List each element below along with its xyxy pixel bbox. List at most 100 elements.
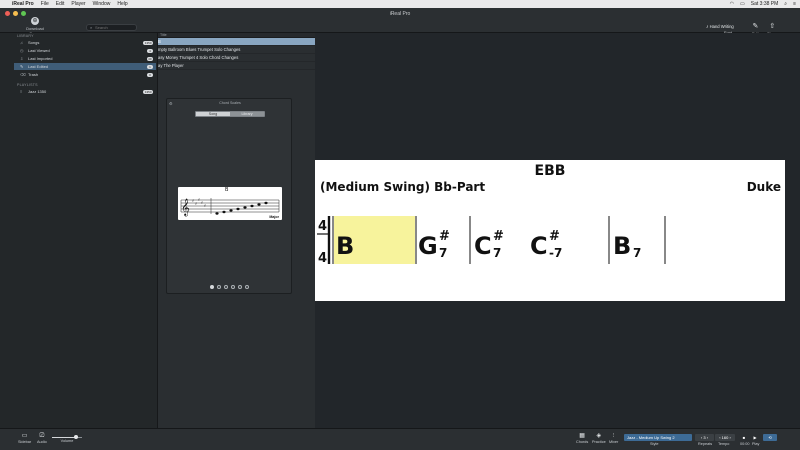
sidebar-item-last-viewed[interactable]: ◷ Last Viewed 4 (14, 47, 156, 54)
sidebar-icon: ▭ (21, 433, 28, 439)
airplay-icon: ⎚ (39, 433, 45, 439)
sidebar-item-last-edited[interactable]: ✎ Last Edited 1 (14, 63, 156, 70)
staff-notation: 𝄞 ♯♯♯ ♯♯ (180, 197, 280, 216)
chord-root: C (474, 232, 492, 260)
svg-text:♯: ♯ (201, 200, 203, 205)
menubar-clock[interactable]: Sat 3:38 PM (751, 1, 779, 7)
chord-root: G (418, 232, 438, 260)
page-dot[interactable] (224, 285, 228, 289)
volume-control: Volume (52, 435, 82, 443)
pencil-icon: ✎ (752, 23, 759, 30)
chord-scales-segmented-control: Song Library (195, 111, 265, 117)
audio-button[interactable]: ⎚ Audio (37, 433, 47, 444)
practice-button[interactable]: ◈ Practice (592, 433, 606, 444)
list-item[interactable]: ay The Player (158, 62, 315, 70)
menu-app-name[interactable]: iReal Pro (12, 1, 34, 7)
battery-icon[interactable]: ▭ (740, 1, 745, 7)
sidebar-item-jazz-1350[interactable]: ≡ Jazz 1350 1350 (14, 88, 156, 95)
svg-text:♯: ♯ (204, 203, 206, 208)
page-indicator (210, 285, 249, 289)
page-dot[interactable] (217, 285, 221, 289)
playlist-icon: ≡ (20, 89, 23, 94)
chord-chart-sheet[interactable]: EBB (Medium Swing) Bb-Part Duke 4 4 B G … (315, 160, 785, 301)
chords-button[interactable]: ▦ Chords (576, 433, 588, 444)
sidebar-item-label: Last Imported (28, 56, 53, 61)
menu-help[interactable]: Help (117, 1, 127, 7)
menu-player[interactable]: Player (71, 1, 85, 7)
tempo-value: 160 (721, 435, 729, 440)
count-badge: 4 (147, 48, 153, 53)
mixer-icon: ⫶ (612, 433, 615, 439)
practice-label: Practice (592, 440, 606, 444)
sidebar-item-label: Last Edited (28, 64, 49, 69)
list-item[interactable]: mpty Ballroom Blues Trumpet Solo Changes (158, 46, 315, 54)
sidebar-item-trash[interactable]: ⌫ Trash 0 (14, 71, 156, 78)
page-dot[interactable] (238, 285, 242, 289)
tempo-increment[interactable]: › (729, 435, 730, 440)
window-toolbar: iReal Pro ⊕ Download Songs ⌕ ♪ Hand Writ… (0, 8, 800, 36)
sidebar-item-label: Songs (28, 40, 40, 45)
sidebar-item-label: Last Viewed (28, 48, 50, 53)
chord-accidental: # (493, 229, 504, 244)
window-title: iReal Pro (389, 11, 411, 17)
page-dot[interactable] (231, 285, 235, 289)
pencil-icon: ✎ (20, 64, 24, 69)
sidebar-label: Sidebar (18, 440, 32, 444)
menu-edit[interactable]: Edit (56, 1, 65, 7)
stop-button[interactable]: ■ (739, 434, 749, 441)
chord-accidental: # (549, 229, 560, 244)
play-label: Play (752, 442, 760, 446)
search-field[interactable]: ⌕ (86, 24, 137, 31)
repeats-label: Repeats (698, 442, 713, 446)
spotlight-icon[interactable]: ⌕ (784, 1, 787, 7)
page-dot[interactable] (245, 285, 249, 289)
chord-root: B (336, 232, 354, 260)
svg-text:♯: ♯ (198, 197, 200, 202)
count-badge: 1 (147, 64, 153, 69)
mixer-button[interactable]: ⫶ Mixer (609, 433, 618, 444)
chord-quality: 7 (633, 246, 641, 260)
chord-symbol[interactable]: C # -7 (530, 229, 562, 260)
trash-icon: ⌫ (20, 72, 26, 77)
chord-symbol[interactable]: B (336, 232, 354, 260)
menu-file[interactable]: File (41, 1, 49, 7)
loop-button[interactable]: ⟲ (763, 434, 777, 441)
menu-window[interactable]: Window (93, 1, 111, 7)
chords-label: Chords (576, 440, 589, 444)
chord-symbol[interactable]: B 7 (613, 232, 641, 260)
tab-song[interactable]: Song (196, 112, 230, 116)
tempo-decrement[interactable]: ‹ (719, 435, 720, 440)
repeats-increment[interactable]: › (707, 435, 708, 440)
volume-fill (52, 436, 76, 438)
page-dot[interactable] (210, 285, 214, 289)
sidebar-item-songs[interactable]: ♫ Songs 1350 (14, 39, 156, 46)
list-item[interactable]: B (158, 38, 315, 46)
tempo-stepper[interactable]: ‹ 160 › (715, 434, 735, 441)
sidebar-item-last-imported[interactable]: ⇩ Last Imported 40 (14, 55, 156, 62)
chord-root: C (530, 232, 548, 260)
music-note-icon: ♫ (20, 40, 23, 45)
audio-label: Audio (37, 440, 47, 444)
count-badge: 1350 (143, 89, 153, 94)
list-icon[interactable]: ≡ (793, 1, 796, 7)
chord-symbol[interactable]: C # 7 (474, 229, 504, 260)
sidebar-item-label: Trash (28, 72, 39, 77)
volume-label: Volume (60, 439, 74, 443)
repeats-stepper[interactable]: ‹ 3 › (695, 434, 714, 441)
list-item[interactable]: asy Money Trumpet 4 Solo Chord Changes (158, 54, 315, 62)
tab-library[interactable]: Library (230, 112, 264, 116)
search-input[interactable] (95, 25, 135, 30)
volume-slider[interactable] (52, 435, 82, 439)
tempo-label: Tempo (718, 442, 730, 446)
volume-knob[interactable] (74, 435, 78, 439)
sidebar-toggle-button[interactable]: ▭ Sidebar (18, 433, 31, 444)
sidebar-item-label: Jazz 1350 (28, 89, 47, 94)
time-readout: 00:00 (740, 442, 750, 446)
wifi-icon[interactable]: ◠ (730, 1, 734, 7)
style-selector[interactable]: Jazz - Medium Up Swing 2 (624, 434, 692, 441)
count-badge: 40 (146, 56, 153, 61)
chord-accidental: # (439, 229, 450, 244)
play-button[interactable]: ▶ (750, 434, 760, 441)
chord-symbol[interactable]: G # 7 (418, 229, 450, 260)
chord-scales-title: Chord Scales (219, 101, 241, 105)
